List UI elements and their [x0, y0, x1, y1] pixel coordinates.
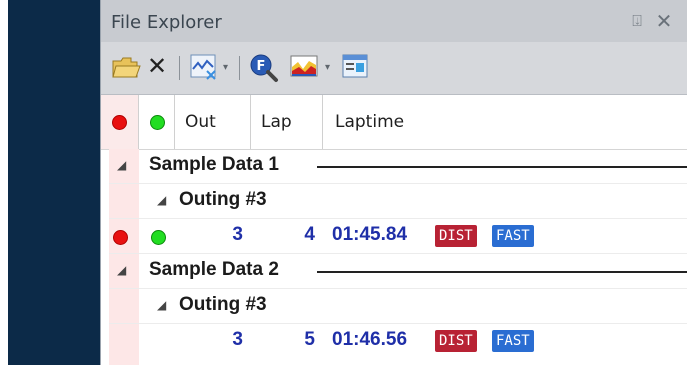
channel-compare-icon[interactable] [189, 53, 219, 86]
lap-row[interactable]: 3 4 01:45.84 DIST FAST [109, 219, 687, 254]
lap-value: 5 [304, 329, 315, 350]
toolbar-separator [239, 56, 240, 80]
out-value: 3 [232, 329, 243, 350]
laptime-value: 01:46.56 [332, 329, 408, 350]
collapse-icon[interactable]: ◢ [157, 193, 166, 207]
laptime-value: 01:45.84 [332, 224, 408, 245]
dist-badge: DIST [435, 225, 477, 247]
column-header-out-label: Out [185, 112, 216, 132]
close-icon[interactable]: ✕ [654, 10, 674, 32]
column-header-laptime-label: Laptime [335, 112, 405, 132]
chevron-down-icon[interactable]: ▾ [325, 62, 330, 73]
file-explorer-panel: File Explorer ⍗ ✕ ✕ ▾ F ▾ Out Lap Laptim… [100, 0, 687, 365]
delete-icon[interactable]: ✕ [147, 52, 167, 80]
collapse-icon[interactable]: ◢ [157, 298, 166, 312]
panel-title-bar[interactable]: File Explorer ⍗ ✕ [101, 0, 687, 42]
search-icon[interactable]: F [249, 53, 279, 88]
properties-icon[interactable] [341, 53, 371, 86]
side-dock-background [8, 0, 100, 365]
out-value: 3 [232, 224, 243, 245]
dist-badge: DIST [435, 330, 477, 352]
group-divider-line [317, 271, 687, 273]
column-header-out[interactable]: Out [175, 95, 251, 149]
tree-outing-row[interactable]: ◢ Outing #3 [109, 184, 687, 219]
lap-row[interactable]: 3 5 01:46.56 DIST FAST [109, 324, 687, 359]
chevron-down-icon[interactable]: ▾ [223, 62, 228, 73]
group-label: Sample Data 2 [149, 259, 279, 280]
column-header-red-marker[interactable] [101, 95, 139, 149]
toolbar-separator [179, 56, 180, 80]
column-header-lap-label: Lap [261, 112, 292, 132]
green-marker-icon [150, 115, 165, 130]
pin-icon[interactable]: ⍗ [628, 11, 646, 31]
column-header-green-marker[interactable] [139, 95, 175, 149]
column-header-row: Out Lap Laptime [101, 95, 687, 150]
outing-label: Outing #3 [179, 189, 267, 210]
group-label: Sample Data 1 [149, 154, 279, 175]
tree-group-row[interactable]: ◢ Sample Data 2 [109, 254, 687, 289]
chart-icon[interactable] [289, 53, 321, 86]
red-marker-icon[interactable] [113, 230, 128, 245]
group-divider-line [317, 166, 687, 168]
fast-badge: FAST [492, 225, 534, 247]
open-folder-icon[interactable] [111, 53, 141, 86]
green-marker-icon[interactable] [151, 230, 166, 245]
column-header-lap[interactable]: Lap [251, 95, 323, 149]
collapse-icon[interactable]: ◢ [117, 158, 126, 172]
collapse-icon[interactable]: ◢ [117, 263, 126, 277]
tree-outing-row[interactable]: ◢ Outing #3 [109, 289, 687, 324]
lap-value: 4 [304, 224, 315, 245]
fast-badge: FAST [492, 330, 534, 352]
column-header-laptime[interactable]: Laptime [323, 95, 687, 149]
search-icon-letter: F [257, 59, 266, 74]
red-marker-icon [112, 115, 127, 130]
outing-label: Outing #3 [179, 294, 267, 315]
panel-title: File Explorer [111, 12, 222, 33]
tree-group-row[interactable]: ◢ Sample Data 1 [109, 149, 687, 184]
toolbar: ✕ ▾ F ▾ [101, 42, 687, 95]
